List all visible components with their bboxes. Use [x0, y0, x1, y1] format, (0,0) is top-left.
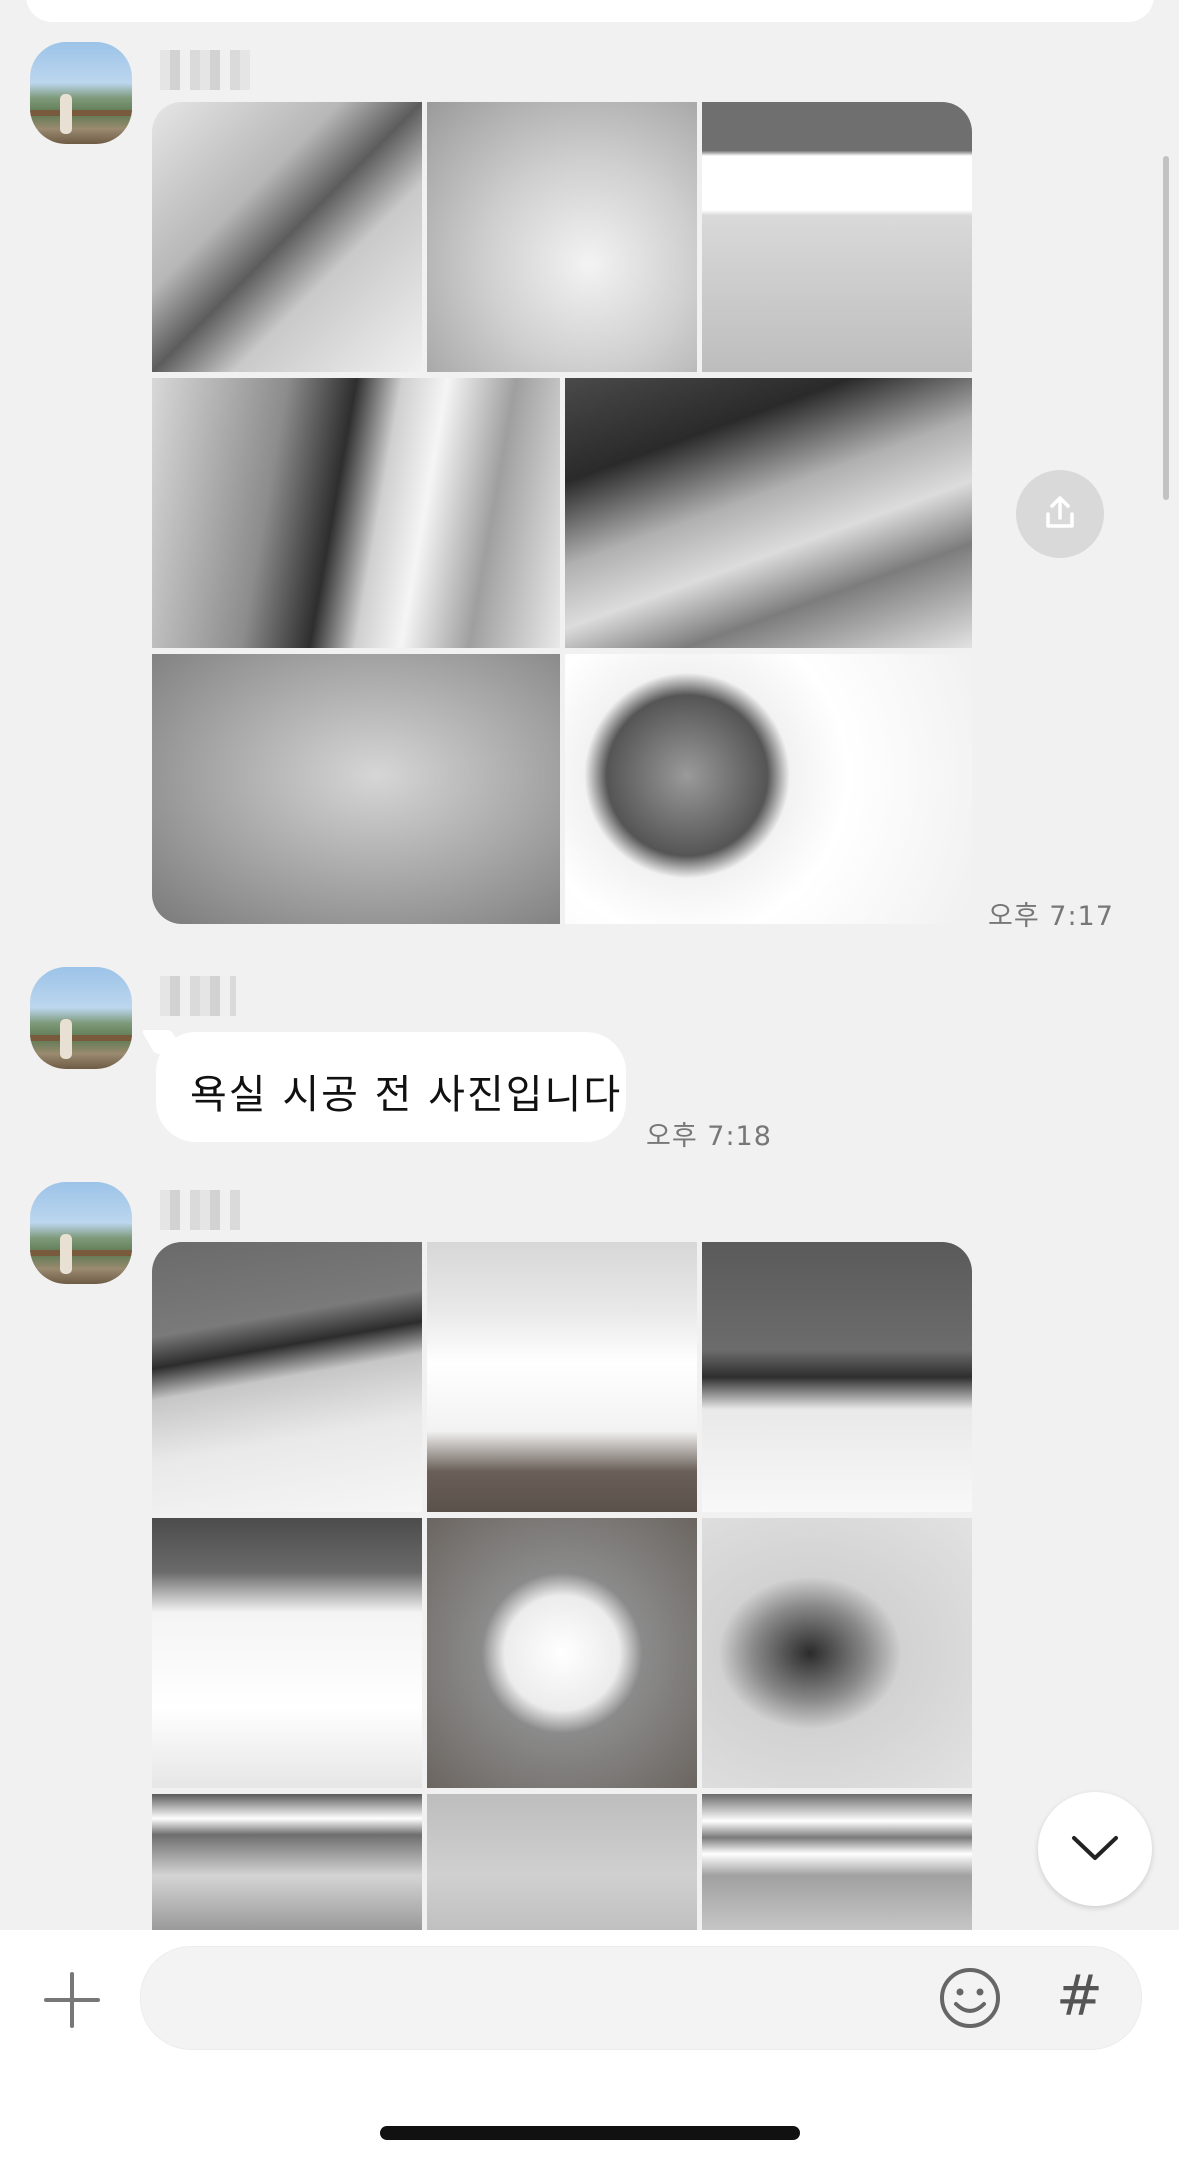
photo-shower-valves[interactable]: [565, 654, 972, 924]
avatar[interactable]: [30, 1182, 132, 1284]
photo-faucet-handle[interactable]: [565, 378, 972, 648]
photo-ceiling-lights[interactable]: [702, 1794, 972, 1930]
photo-ceiling[interactable]: [152, 1794, 422, 1930]
sender-name: [160, 1190, 240, 1230]
photo-flush-plate[interactable]: [702, 1518, 972, 1788]
chevron-down-icon: [1072, 1836, 1118, 1860]
emoji-button[interactable]: [938, 1966, 1002, 2030]
home-indicator: [380, 2126, 800, 2140]
message-time: 오후 7:18: [646, 1121, 772, 1152]
message-text: 욕실 시공 전 사진입니다: [190, 1072, 623, 1118]
hashtag-button[interactable]: #: [1056, 1964, 1103, 2029]
plus-icon: [44, 1972, 100, 2028]
sender-name: [160, 50, 250, 90]
emoji-icon: [940, 1968, 1000, 2028]
share-button[interactable]: [1016, 470, 1104, 558]
scroll-down-button[interactable]: [1038, 1792, 1152, 1906]
photo-new-faucet[interactable]: [152, 1242, 422, 1512]
share-icon: [1046, 496, 1074, 528]
photo-wall[interactable]: [427, 1794, 697, 1930]
photo-toilet-base[interactable]: [152, 654, 560, 924]
photo-washbasin[interactable]: [152, 1518, 422, 1788]
photo-ceiling-light[interactable]: [702, 102, 972, 372]
sender-name: [160, 976, 236, 1016]
photo-toilet-bowl[interactable]: [427, 102, 697, 372]
photo-basin-faucet[interactable]: [702, 1242, 972, 1512]
message-time: 오후 7:17: [988, 901, 1114, 932]
scrollbar[interactable]: [1163, 156, 1169, 500]
photo-bathtub[interactable]: [427, 1242, 697, 1512]
photo-faucet-closeup[interactable]: [152, 102, 422, 372]
avatar[interactable]: [30, 42, 132, 144]
add-button[interactable]: [40, 1968, 104, 2032]
photo-faucet-side[interactable]: [152, 378, 560, 648]
previous-message-card: [26, 0, 1154, 22]
photo-toilet[interactable]: [427, 1518, 697, 1788]
avatar[interactable]: [30, 967, 132, 1069]
